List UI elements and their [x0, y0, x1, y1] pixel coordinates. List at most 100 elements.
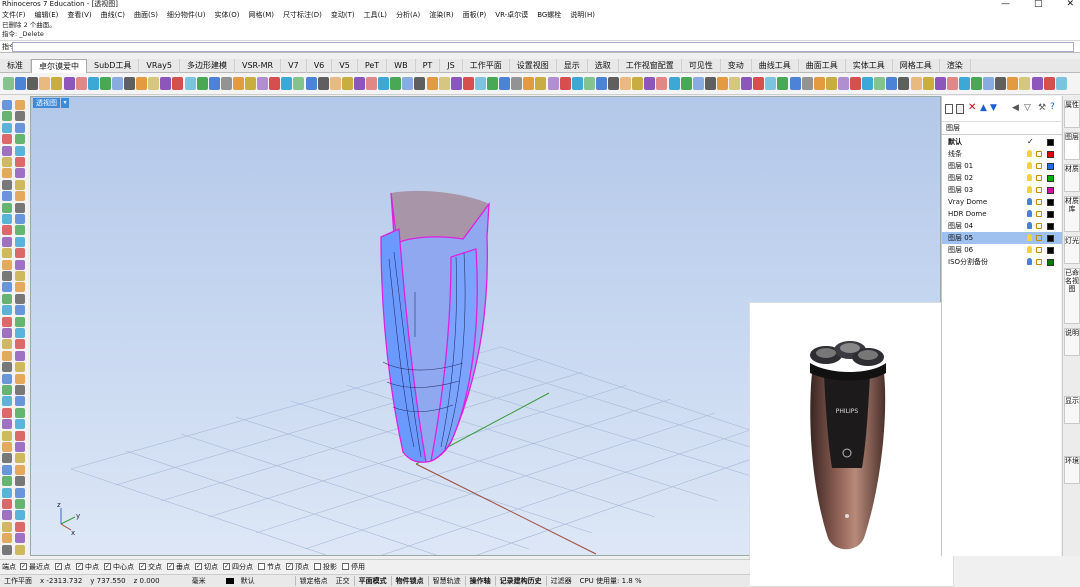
panel-tab-display[interactable]: 显示	[1064, 396, 1080, 424]
toolbox-tool-icon[interactable]	[15, 544, 25, 555]
toolbar-tool-icon[interactable]	[729, 77, 740, 90]
toolbar-tool-icon[interactable]	[184, 77, 196, 90]
delete-layer-icon[interactable]: ✕	[968, 102, 976, 113]
menu-solid[interactable]: 实体(O)	[215, 9, 240, 21]
toolbox-tool-icon[interactable]	[15, 533, 25, 544]
toolbox-tool-icon[interactable]	[2, 373, 12, 384]
toolbox-tool-icon[interactable]	[15, 145, 25, 156]
layer-row[interactable]: 图层 04	[942, 220, 1062, 232]
light-bulb-icon[interactable]	[1027, 258, 1032, 265]
toolbox-tool-icon[interactable]	[15, 487, 25, 498]
tab-js[interactable]: JS	[440, 59, 463, 73]
toolbar-tool-icon[interactable]	[99, 77, 111, 90]
toolbox-tool-icon[interactable]	[2, 293, 12, 304]
toolbox-tool-icon[interactable]	[2, 157, 12, 167]
toolbar-tool-icon[interactable]	[813, 77, 825, 90]
panel-tab-material-library[interactable]: 材质库	[1064, 196, 1080, 232]
light-bulb-icon[interactable]	[1027, 246, 1032, 253]
toolbox-tool-icon[interactable]	[15, 464, 25, 475]
tab-polygon-modeling[interactable]: 多边形建模	[180, 59, 235, 73]
toolbox-tool-icon[interactable]	[15, 293, 25, 304]
toolbox-tool-icon[interactable]	[15, 168, 25, 179]
toolbar-tool-icon[interactable]	[704, 77, 716, 90]
toolbox-tool-icon[interactable]	[2, 362, 12, 373]
toolbox-tool-icon[interactable]	[2, 100, 12, 110]
toolbox-tool-icon[interactable]	[15, 316, 25, 327]
layer-row[interactable]: 默认 ✓	[942, 136, 1062, 148]
toolbox-tool-icon[interactable]	[2, 134, 12, 145]
tab-vray5[interactable]: VRay5	[139, 59, 180, 73]
toolbar-tool-icon[interactable]	[414, 77, 426, 90]
osnap-disable[interactable]: 停用	[342, 562, 365, 572]
toolbar-tool-icon[interactable]	[571, 77, 583, 90]
toolbar-tool-icon[interactable]	[208, 77, 220, 90]
layer-row[interactable]: 图层 01	[942, 160, 1062, 172]
tab-zhuoermo[interactable]: 卓尔谟爱中	[31, 59, 87, 73]
layer-row[interactable]: Vray Dome	[942, 196, 1062, 208]
menu-render[interactable]: 渲染(R)	[429, 9, 453, 21]
toolbar-tool-icon[interactable]	[1031, 77, 1043, 90]
tab-subd-tools[interactable]: SubD工具	[87, 59, 140, 73]
toolbar-tool-icon[interactable]	[257, 77, 269, 90]
lock-icon[interactable]	[1036, 163, 1042, 169]
toolbar-tool-icon[interactable]	[1055, 77, 1067, 90]
osnap-quadrant[interactable]: ✓ 四分点	[223, 562, 253, 572]
lock-icon[interactable]	[1036, 235, 1042, 241]
toolbar-tool-icon[interactable]	[378, 77, 390, 90]
command-input[interactable]	[12, 42, 1074, 52]
light-bulb-icon[interactable]	[1027, 186, 1032, 193]
osnap-center[interactable]: ✓ 中心点	[104, 562, 134, 572]
toolbox-tool-icon[interactable]	[15, 339, 25, 350]
toolbar-tool-icon[interactable]	[608, 77, 619, 90]
layer-row[interactable]: 线条	[942, 148, 1062, 160]
toolbox-tool-icon[interactable]	[15, 510, 25, 521]
layer-row[interactable]: ISO分割备份	[942, 256, 1062, 268]
layer-color-swatch[interactable]	[1047, 199, 1054, 206]
toolbar-tool-icon[interactable]	[1019, 77, 1031, 90]
move-down-icon[interactable]: ▼	[990, 103, 997, 113]
toolbar-tool-icon[interactable]	[245, 77, 256, 90]
toolbox-tool-icon[interactable]	[15, 111, 25, 122]
toolbox-tool-icon[interactable]	[2, 544, 12, 555]
toolbox-tool-icon[interactable]	[15, 100, 25, 110]
toolbox-tool-icon[interactable]	[2, 259, 12, 270]
tab-visibility[interactable]: 可见性	[682, 59, 721, 73]
menu-subd[interactable]: 细分物件(U)	[167, 9, 206, 21]
toolbar-tool-icon[interactable]	[148, 77, 160, 90]
toolbox-tool-icon[interactable]	[2, 191, 12, 202]
toolbox-tool-icon[interactable]	[2, 282, 12, 293]
osnap-knot[interactable]: 节点	[258, 562, 281, 572]
tab-cplane[interactable]: 工作平面	[463, 59, 510, 73]
toolbox-tool-icon[interactable]	[2, 521, 12, 532]
tab-pt[interactable]: PT	[416, 59, 441, 73]
toolbox-tool-icon[interactable]	[2, 328, 12, 338]
toolbox-tool-icon[interactable]	[2, 179, 12, 190]
toolbar-tool-icon[interactable]	[644, 77, 656, 90]
toolbar-tool-icon[interactable]	[958, 77, 970, 90]
menu-file[interactable]: 文件(F)	[2, 9, 26, 21]
lock-icon[interactable]	[1036, 223, 1042, 229]
toolbox-tool-icon[interactable]	[2, 419, 12, 430]
layer-row-selected[interactable]: 图层 05	[942, 232, 1062, 244]
toolbar-tool-icon[interactable]	[523, 77, 535, 90]
toolbox-tool-icon[interactable]	[2, 499, 12, 509]
toolbar-tool-icon[interactable]	[39, 77, 51, 90]
toolbox-tool-icon[interactable]	[15, 430, 25, 441]
toolbox-tool-icon[interactable]	[2, 145, 12, 156]
toolbar-tool-icon[interactable]	[862, 77, 874, 90]
tab-v7[interactable]: V7	[281, 59, 307, 73]
toolbar-tool-icon[interactable]	[910, 77, 922, 90]
osnap-endpoint-label[interactable]: 端点	[2, 562, 16, 572]
menu-edit[interactable]: 编辑(E)	[35, 9, 59, 21]
toolbox-tool-icon[interactable]	[2, 407, 12, 418]
layer-color-swatch[interactable]	[1047, 151, 1054, 158]
toolbox-tool-icon[interactable]	[15, 179, 25, 190]
menu-curve[interactable]: 曲线(C)	[101, 9, 125, 21]
toolbar-tool-icon[interactable]	[329, 77, 341, 90]
toolbox-tool-icon[interactable]	[2, 236, 12, 247]
toolbar-tool-icon[interactable]	[765, 77, 777, 90]
lock-icon[interactable]	[1036, 211, 1042, 217]
toolbar-tool-icon[interactable]	[51, 77, 63, 90]
toolbox-tool-icon[interactable]	[15, 225, 25, 236]
toolbox-tool-icon[interactable]	[15, 476, 25, 487]
